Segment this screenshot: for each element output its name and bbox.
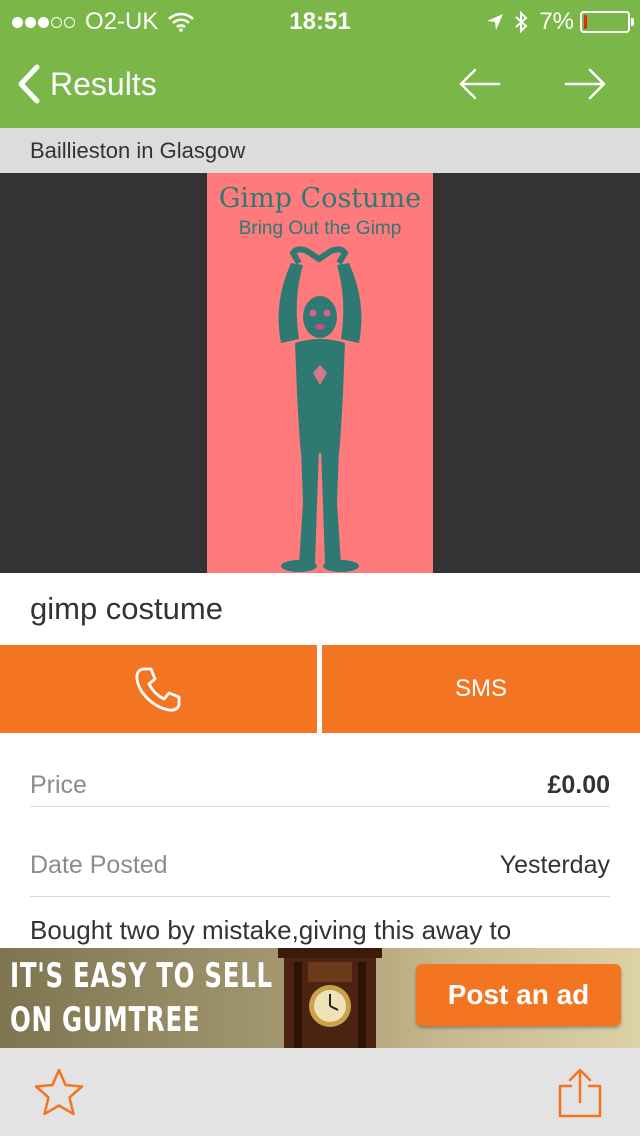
nav-bar: Results [0, 40, 640, 128]
listing-location: Baillieston in Glasgow [0, 128, 640, 173]
image-title-text: Gimp Costume [218, 183, 422, 214]
next-result-button[interactable] [560, 62, 610, 106]
share-icon [558, 1068, 602, 1118]
battery-icon [580, 11, 634, 33]
battery-nub [631, 18, 634, 26]
ad-headline-line1: IT'S EASY TO SELL [10, 956, 273, 996]
status-bar: O2-UK 18:51 7% [0, 0, 640, 40]
ad-headline-line2: ON GUMTREE [10, 1000, 201, 1040]
bluetooth-icon [515, 10, 528, 34]
listing-image-gallery[interactable]: Gimp Costume Bring Out the Gimp [0, 173, 640, 573]
ad-headline: IT'S EASY TO SELL ON GUMTREE [10, 954, 273, 1042]
ad-banner[interactable]: IT'S EASY TO SELL ON GUMTREE Post an ad [0, 948, 640, 1048]
battery-level-fill [584, 15, 587, 29]
phone-icon [134, 667, 180, 712]
detail-value: £0.00 [547, 771, 610, 799]
bottom-toolbar [0, 1048, 640, 1136]
previous-result-button[interactable] [455, 62, 505, 106]
listing-details: Price £0.00 Date Posted Yesterday Bought… [0, 733, 640, 948]
top-bar: O2-UK 18:51 7% Results [0, 0, 640, 128]
back-button[interactable]: Results [16, 62, 157, 106]
listing-title: gimp costume [0, 573, 640, 645]
arrow-left-icon [459, 68, 501, 100]
back-label: Results [50, 65, 157, 102]
status-right: 7% [485, 8, 634, 36]
sms-button-label: SMS [454, 675, 507, 702]
detail-row-price: Price £0.00 [30, 733, 610, 807]
listing-description: Bought two by mistake,giving this away t… [30, 915, 512, 945]
chevron-left-icon [18, 64, 40, 104]
call-button[interactable] [0, 645, 317, 733]
detail-key: Date Posted [30, 851, 168, 879]
favorite-button[interactable] [32, 1066, 86, 1120]
share-button[interactable] [553, 1066, 607, 1120]
image-subtitle-text: Bring Out the Gimp [238, 218, 402, 239]
listing-image[interactable]: Gimp Costume Bring Out the Gimp [207, 173, 433, 573]
costume-figure-illustration [278, 246, 362, 572]
battery-percent: 7% [539, 8, 574, 35]
post-an-ad-label: Post an ad [447, 979, 590, 1010]
sms-button[interactable]: SMS [322, 645, 640, 733]
arrow-right-icon [564, 68, 606, 100]
location-arrow-icon [487, 14, 504, 30]
detail-row-date-posted: Date Posted Yesterday [30, 823, 610, 897]
star-icon [34, 1068, 84, 1116]
detail-key: Price [30, 771, 87, 799]
antique-clock-image [278, 948, 382, 1048]
post-an-ad-button[interactable]: Post an ad [416, 964, 621, 1026]
detail-value: Yesterday [499, 851, 610, 879]
